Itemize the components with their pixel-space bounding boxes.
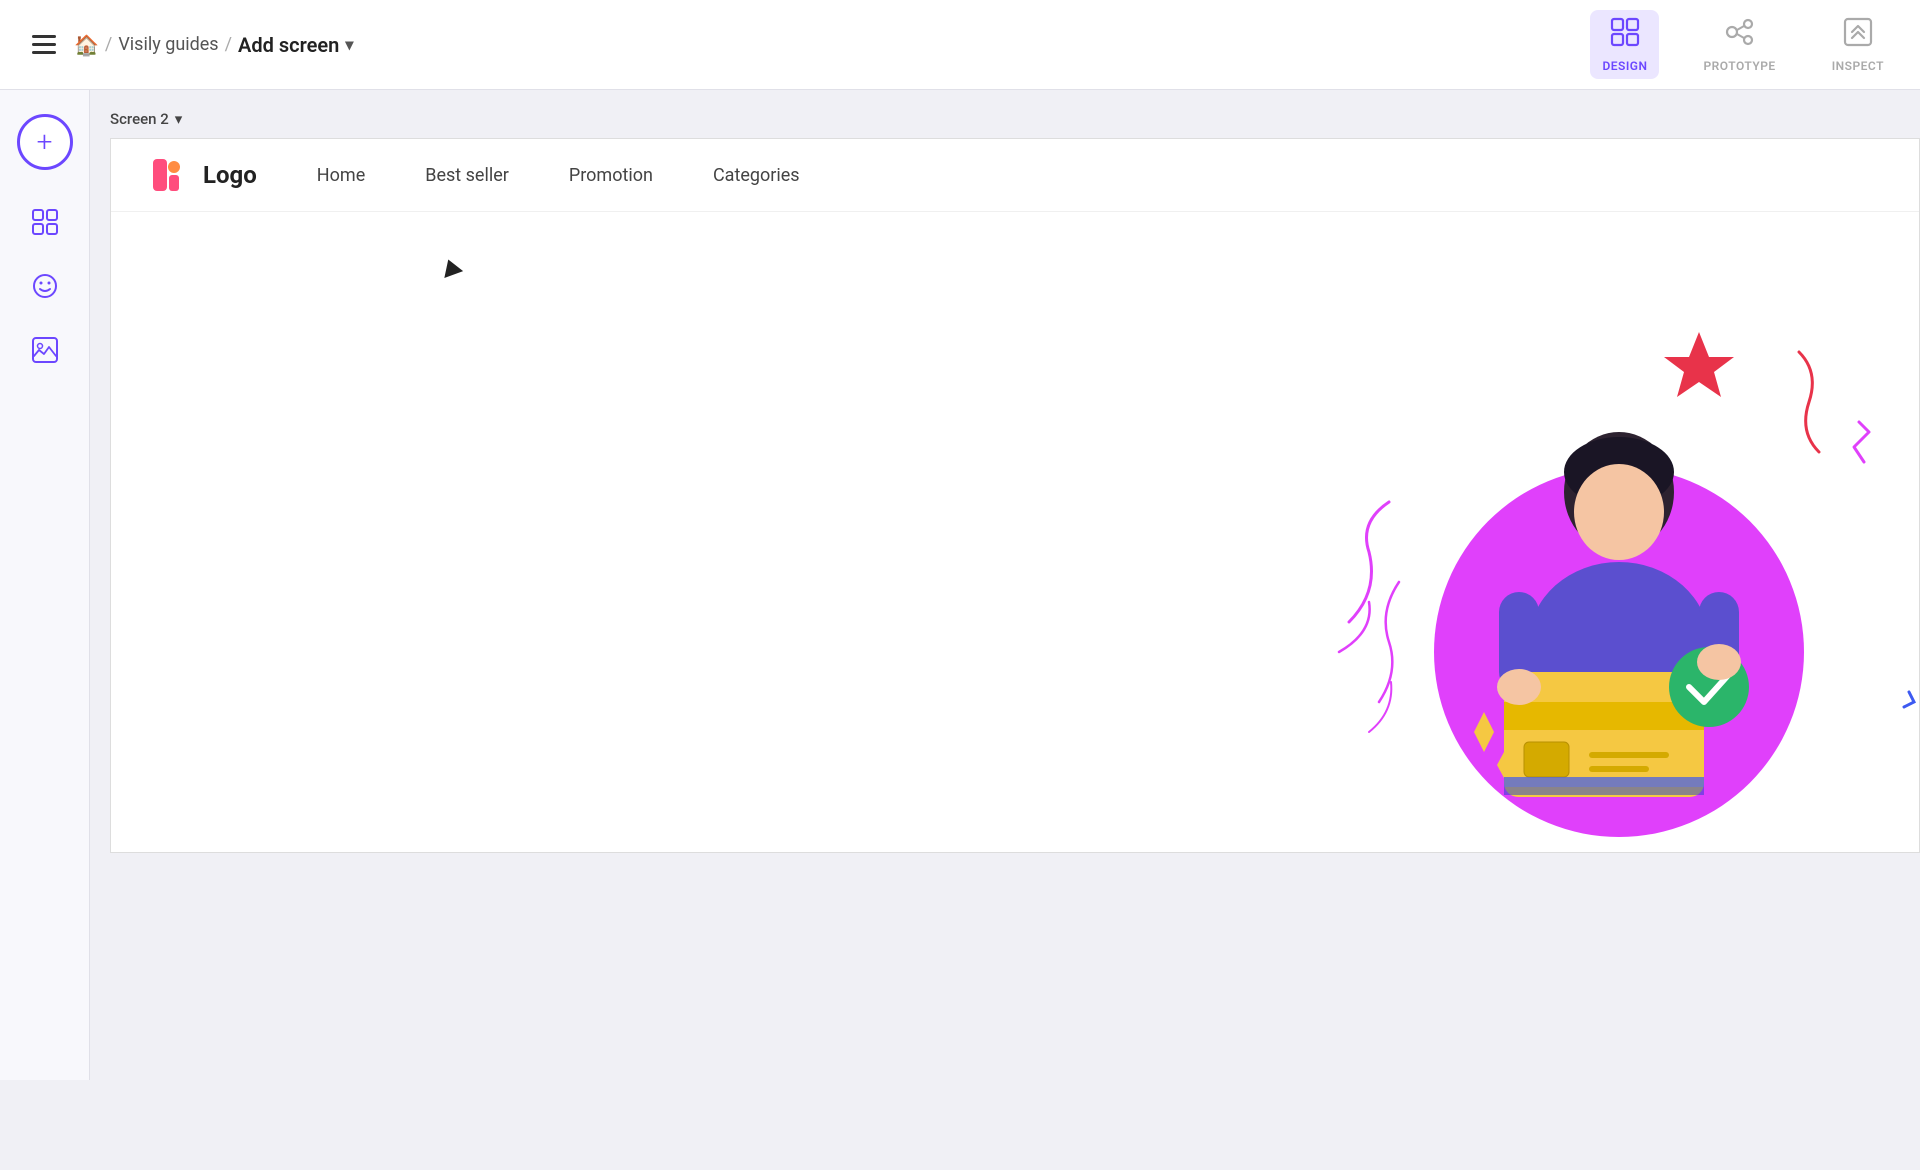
nav-link-home[interactable]: Home <box>317 165 365 186</box>
breadcrumb-current-label: Add screen <box>238 33 339 57</box>
sidebar: + <box>0 90 90 1080</box>
breadcrumb-sep-1: / <box>105 34 112 55</box>
canvas-frame: Logo Home Best seller Promotion Categori… <box>110 138 1920 853</box>
breadcrumb: 🏠 / Visily guides / Add screen ▾ <box>74 33 353 57</box>
emoji-tool-button[interactable] <box>17 258 73 314</box>
canvas-nav-links: Home Best seller Promotion Categories <box>317 165 800 186</box>
home-icon[interactable]: 🏠 <box>74 33 99 57</box>
logo-icon <box>151 157 193 193</box>
canvas-content <box>111 212 1919 852</box>
nav-link-bestseller[interactable]: Best seller <box>425 165 509 186</box>
design-icon <box>1609 16 1641 55</box>
nav-link-promotion[interactable]: Promotion <box>569 165 653 186</box>
breadcrumb-sep-2: / <box>225 34 232 55</box>
header-left: 🏠 / Visily guides / Add screen ▾ <box>24 27 353 62</box>
hamburger-menu-button[interactable] <box>24 27 64 62</box>
header-toolbar: DESIGN PROTOTYPE <box>1590 10 1896 79</box>
screen-label-chevron-icon: ▾ <box>175 110 183 128</box>
canvas-navbar: Logo Home Best seller Promotion Categori… <box>111 139 1919 212</box>
toolbar-inspect[interactable]: INSPECT <box>1820 10 1896 79</box>
prototype-label: PROTOTYPE <box>1703 59 1775 73</box>
inspect-icon <box>1842 16 1874 55</box>
breadcrumb-parent[interactable]: Visily guides <box>118 34 218 55</box>
add-element-button[interactable]: + <box>17 114 73 170</box>
prototype-icon <box>1724 16 1756 55</box>
header: 🏠 / Visily guides / Add screen ▾ DESIGN <box>0 0 1920 90</box>
components-tool-button[interactable] <box>17 194 73 250</box>
breadcrumb-current: Add screen ▾ <box>238 33 353 57</box>
logo-area: Logo <box>151 157 257 193</box>
logo-text: Logo <box>203 161 257 189</box>
plus-icon: + <box>37 128 53 156</box>
toolbar-prototype[interactable]: PROTOTYPE <box>1691 10 1787 79</box>
main-canvas-area: Screen 2 ▾ Logo <box>90 90 1920 1080</box>
breadcrumb-chevron-icon[interactable]: ▾ <box>345 35 353 54</box>
design-label: DESIGN <box>1602 59 1647 73</box>
screen-label-container[interactable]: Screen 2 ▾ <box>110 110 1920 128</box>
promotion-illustration <box>1319 272 1919 852</box>
screen-label-text: Screen 2 <box>110 110 169 128</box>
sidebar-tools <box>17 194 73 378</box>
assets-tool-button[interactable] <box>17 322 73 378</box>
toolbar-design[interactable]: DESIGN <box>1590 10 1659 79</box>
nav-link-categories[interactable]: Categories <box>713 165 800 186</box>
inspect-label: INSPECT <box>1832 59 1884 73</box>
